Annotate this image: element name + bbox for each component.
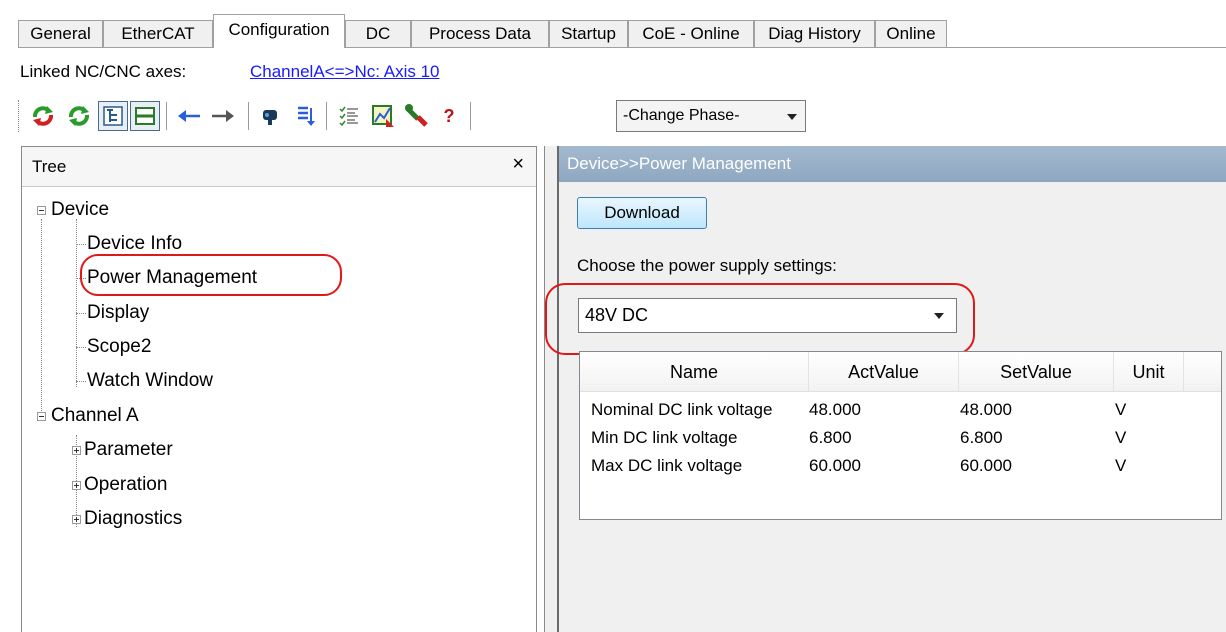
arrow-left-icon[interactable] bbox=[174, 101, 204, 131]
tree-panel-header: Tree × bbox=[22, 147, 536, 187]
tree-connector bbox=[76, 347, 86, 348]
details-header: Device>>Power Management bbox=[559, 146, 1226, 182]
table-cell-unit: V bbox=[1115, 428, 1127, 447]
details-panel: Device>>Power Management Download Choose… bbox=[545, 146, 1226, 632]
tab-startup[interactable]: Startup bbox=[549, 20, 628, 47]
list-icon[interactable] bbox=[334, 101, 364, 131]
tree-item-channel-a[interactable]: Channel A bbox=[51, 405, 139, 427]
power-supply-label: Choose the power supply settings: bbox=[577, 256, 837, 275]
change-phase-label: -Change Phase- bbox=[623, 107, 740, 124]
parameter-table: Name ActValue SetValue Unit Nominal DC l… bbox=[579, 351, 1222, 520]
close-icon[interactable]: × bbox=[512, 153, 524, 176]
table-cell-setvalue[interactable]: 60.000 bbox=[960, 452, 1103, 480]
tab-general[interactable]: General bbox=[18, 20, 103, 47]
expand-icon[interactable] bbox=[72, 515, 81, 524]
column-header-actvalue[interactable]: ActValue bbox=[809, 352, 959, 392]
wrench-icon[interactable] bbox=[402, 101, 432, 131]
toolbar-grip[interactable] bbox=[18, 100, 22, 132]
tree-item-parameter[interactable]: Parameter bbox=[84, 439, 173, 461]
table-cell-actvalue: 60.000 bbox=[809, 456, 861, 475]
tree-item-watch-window[interactable]: Watch Window bbox=[87, 370, 213, 392]
table-cell-setvalue[interactable]: 6.800 bbox=[960, 424, 1103, 452]
gear-icon[interactable] bbox=[256, 101, 286, 131]
tree-view-icon[interactable] bbox=[98, 101, 128, 131]
collapse-icon[interactable] bbox=[37, 412, 46, 421]
toolbar-separator bbox=[470, 102, 471, 130]
highlight-ellipse bbox=[545, 283, 975, 355]
tree-connector bbox=[76, 381, 86, 382]
linked-axis-link[interactable]: ChannelA<=>Nc: Axis 10 bbox=[250, 62, 439, 82]
refresh-red-green-icon[interactable] bbox=[28, 101, 58, 131]
chevron-down-icon bbox=[787, 114, 797, 120]
chart-icon[interactable] bbox=[368, 101, 398, 131]
column-header-unit[interactable]: Unit bbox=[1114, 352, 1184, 392]
tree-item-display[interactable]: Display bbox=[87, 302, 149, 324]
tab-process-data[interactable]: Process Data bbox=[411, 20, 549, 47]
tree-item-diagnostics[interactable]: Diagnostics bbox=[84, 508, 182, 530]
column-header-name[interactable]: Name bbox=[580, 352, 809, 392]
tab-strip: General EtherCAT Configuration DC Proces… bbox=[18, 14, 1226, 48]
toolbar-separator bbox=[166, 102, 167, 130]
arrow-right-icon[interactable] bbox=[208, 101, 238, 131]
table-cell-unit: V bbox=[1115, 456, 1127, 475]
tab-ethercat[interactable]: EtherCAT bbox=[103, 20, 213, 47]
tree-connector bbox=[76, 244, 86, 245]
toolbar-separator bbox=[326, 102, 327, 130]
table-cell-name: Min DC link voltage bbox=[591, 428, 738, 447]
tab-online[interactable]: Online bbox=[875, 20, 947, 47]
tree-item-device[interactable]: Device bbox=[51, 199, 109, 221]
table-cell-actvalue: 6.800 bbox=[809, 428, 852, 447]
expand-icon[interactable] bbox=[72, 481, 81, 490]
tree-item-scope2[interactable]: Scope2 bbox=[87, 336, 151, 358]
tree-panel-title: Tree bbox=[32, 157, 67, 176]
expand-icon[interactable] bbox=[72, 446, 81, 455]
linked-axes-label: Linked NC/CNC axes: bbox=[20, 62, 187, 81]
tree-panel: Tree × Device Device Info Power Manageme… bbox=[21, 146, 537, 632]
help-icon[interactable]: ? bbox=[434, 101, 464, 131]
table-cell-name: Nominal DC link voltage bbox=[591, 400, 773, 419]
highlight-ellipse bbox=[80, 254, 342, 296]
table-cell-setvalue[interactable]: 48.000 bbox=[960, 396, 1103, 424]
collapse-icon[interactable] bbox=[37, 206, 46, 215]
tab-dc[interactable]: DC bbox=[345, 20, 411, 47]
change-phase-combo[interactable]: -Change Phase- bbox=[616, 100, 806, 132]
table-cell-unit: V bbox=[1115, 400, 1127, 419]
tree-item-operation[interactable]: Operation bbox=[84, 474, 167, 496]
tree-item-device-info[interactable]: Device Info bbox=[87, 233, 182, 255]
refresh-green-icon[interactable] bbox=[64, 101, 94, 131]
sort-icon[interactable] bbox=[290, 101, 320, 131]
tab-strip-baseline bbox=[18, 47, 1226, 48]
details-area: Device>>Power Management Download Choose… bbox=[544, 146, 1226, 632]
tab-diag-history[interactable]: Diag History bbox=[754, 20, 875, 47]
tab-configuration[interactable]: Configuration bbox=[213, 14, 345, 48]
tab-coe-online[interactable]: CoE - Online bbox=[628, 20, 754, 47]
column-header-setvalue[interactable]: SetValue bbox=[959, 352, 1114, 392]
toolbar: ? -Change Phase- bbox=[18, 96, 1226, 136]
tree-connector bbox=[76, 313, 86, 314]
table-cell-name: Max DC link voltage bbox=[591, 456, 743, 475]
split-view-icon[interactable] bbox=[130, 101, 160, 131]
toolbar-separator bbox=[248, 102, 249, 130]
table-header: Name ActValue SetValue Unit bbox=[580, 352, 1221, 392]
table-cell-actvalue: 48.000 bbox=[809, 400, 861, 419]
download-button[interactable]: Download bbox=[577, 197, 707, 229]
tree-connector bbox=[41, 219, 42, 419]
